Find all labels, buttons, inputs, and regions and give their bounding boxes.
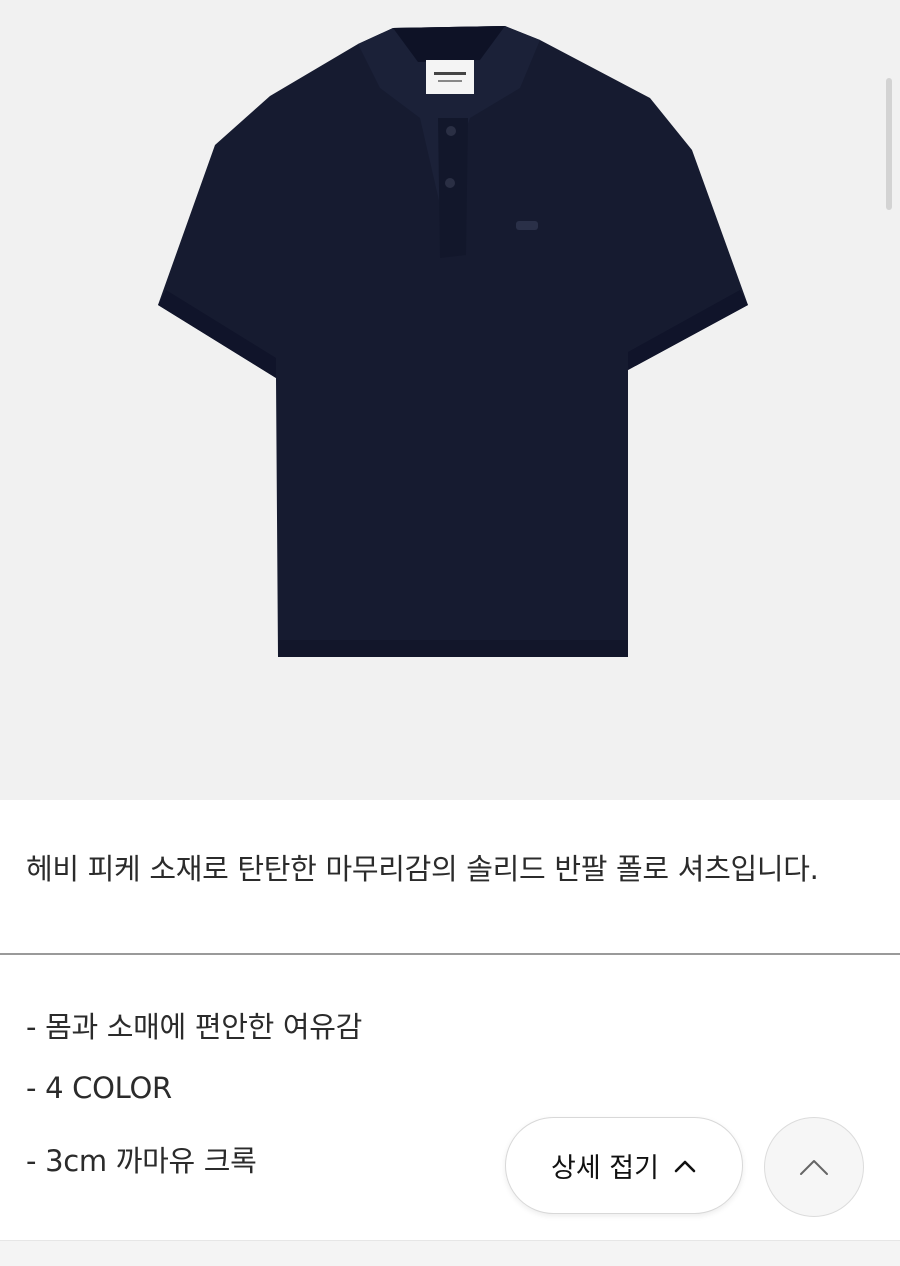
product-description: 헤비 피케 소재로 탄탄한 마무리감의 솔리드 반팔 폴로 셔츠입니다.: [26, 852, 819, 886]
product-image: [0, 0, 900, 800]
chevron-up-icon: [800, 1160, 828, 1175]
bottom-strip: [0, 1240, 900, 1266]
list-item: - 몸과 소매에 편안한 여유감: [26, 1010, 363, 1044]
product-detail-page: 헤비 피케 소재로 탄탄한 마무리감의 솔리드 반팔 폴로 셔츠입니다. - 몸…: [0, 0, 900, 1266]
chevron-up-icon: [674, 1160, 696, 1172]
scrollbar[interactable]: [886, 78, 892, 210]
list-item: - 3cm 까마유 크록: [26, 1144, 257, 1178]
collapse-label: 상세 접기: [551, 1153, 659, 1184]
polo-shirt-image: [158, 26, 748, 657]
divider: [0, 953, 900, 955]
collapse-details-button[interactable]: 상세 접기: [505, 1117, 743, 1214]
list-item: - 4 COLOR: [26, 1071, 172, 1105]
scroll-to-top-button[interactable]: [764, 1117, 864, 1217]
